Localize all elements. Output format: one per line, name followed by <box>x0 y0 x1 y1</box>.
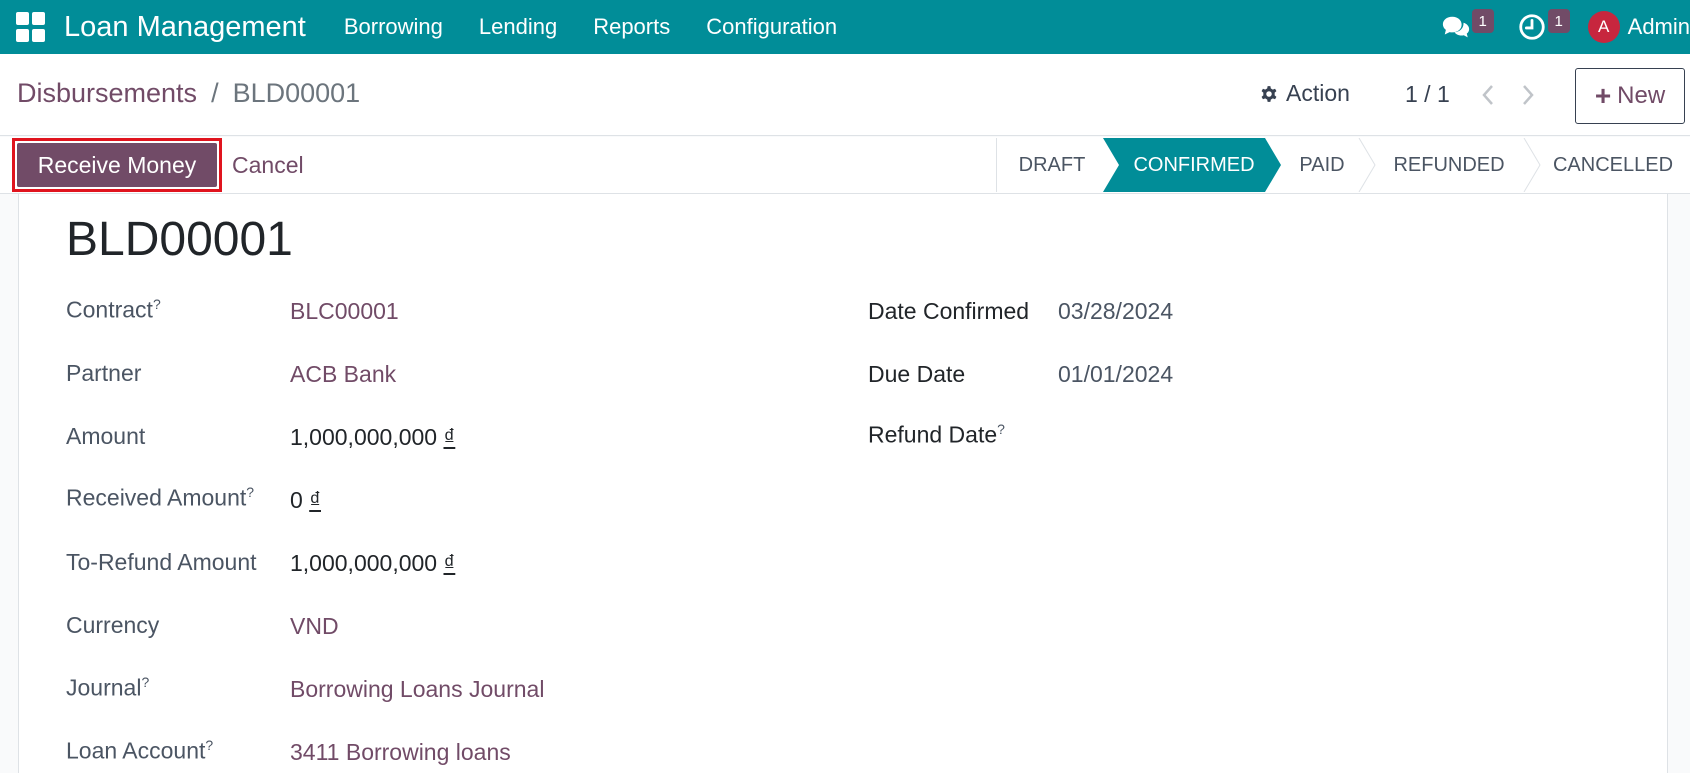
pager-next-button[interactable] <box>1515 80 1541 110</box>
status-bar: Receive Money Cancel DRAFT CONFIRMED PAI… <box>0 137 1690 194</box>
chevron-left-icon <box>1482 85 1493 105</box>
stage-pipeline: DRAFT CONFIRMED PAID REFUNDED CANCELLED <box>996 138 1690 192</box>
loan-account-help-icon[interactable]: ? <box>205 737 213 753</box>
user-menu[interactable]: A Admin <box>1587 11 1690 43</box>
partner-value[interactable]: ACB Bank <box>290 361 396 388</box>
new-label: New <box>1617 82 1666 109</box>
clock-icon <box>1518 14 1545 40</box>
refund-date-help-icon[interactable]: ? <box>997 421 1005 437</box>
stage-paid[interactable]: PAID <box>1281 138 1363 192</box>
received-amount-value: 0 ₫ <box>290 487 321 513</box>
plus-icon: + <box>1594 80 1612 111</box>
journal-help-icon[interactable]: ? <box>141 674 149 690</box>
action-button[interactable]: Action <box>1258 80 1350 107</box>
stage-refunded[interactable]: REFUNDED <box>1371 138 1527 192</box>
currency-symbol: ₫ <box>443 550 456 576</box>
nav-reports[interactable]: Reports <box>593 14 670 40</box>
chat-icon <box>1442 16 1469 38</box>
currency-symbol: ₫ <box>443 424 456 450</box>
received-amount-help-icon[interactable]: ? <box>246 484 254 500</box>
amount-value: 1,000,000,000 ₫ <box>290 424 456 450</box>
nav-borrowing[interactable]: Borrowing <box>344 14 443 40</box>
receive-money-button[interactable]: Receive Money <box>17 143 217 187</box>
new-button[interactable]: + New <box>1575 68 1685 124</box>
stage-confirmed[interactable]: CONFIRMED <box>1115 138 1273 192</box>
due-date-value: 01/01/2024 <box>1058 361 1174 387</box>
app-title[interactable]: Loan Management <box>64 11 306 44</box>
stage-cancelled[interactable]: CANCELLED <box>1537 138 1689 192</box>
currency-label: Currency <box>66 612 160 638</box>
top-navbar: Loan Management Borrowing Lending Report… <box>0 0 1690 54</box>
avatar: A <box>1587 11 1620 43</box>
messages-counter: 1 <box>1471 9 1494 33</box>
currency-value[interactable]: VND <box>290 613 339 640</box>
stage-draft[interactable]: DRAFT <box>997 138 1107 192</box>
breadcrumb-separator: / <box>211 78 219 108</box>
loan-account-value[interactable]: 3411 Borrowing loans <box>290 739 511 766</box>
messages-button[interactable]: 1 <box>1436 7 1494 47</box>
action-label: Action <box>1286 80 1350 106</box>
contract-help-icon[interactable]: ? <box>153 296 161 312</box>
gear-icon <box>1261 85 1277 102</box>
date-confirmed-label: Date Confirmed <box>868 298 1030 324</box>
received-amount-label: Received Amount? <box>66 484 255 511</box>
user-name: Admin <box>1627 14 1690 39</box>
journal-label: Journal? <box>66 674 150 701</box>
form-sheet <box>18 194 1668 773</box>
chevron-right-icon <box>1523 85 1534 105</box>
breadcrumb: Disbursements / BLD00001 <box>17 78 360 109</box>
breadcrumb-disbursements[interactable]: Disbursements <box>17 78 197 109</box>
refund-date-label: Refund Date? <box>868 421 1005 448</box>
partner-label: Partner <box>66 360 142 386</box>
loan-account-label: Loan Account? <box>66 737 214 764</box>
amount-label: Amount <box>66 423 146 449</box>
pager-value[interactable]: 1 / 1 <box>1405 81 1450 108</box>
record-title: BLD00001 <box>66 213 293 266</box>
nav-configuration[interactable]: Configuration <box>706 14 837 40</box>
apps-menu-icon[interactable] <box>16 12 46 42</box>
contract-label: Contract? <box>66 296 161 323</box>
activities-button[interactable]: 1 <box>1512 7 1570 47</box>
to-refund-amount-label: To-Refund Amount <box>66 549 257 575</box>
nav-lending[interactable]: Lending <box>479 14 557 40</box>
cancel-button[interactable]: Cancel <box>232 145 304 185</box>
contract-value[interactable]: BLC00001 <box>290 298 399 325</box>
currency-symbol: ₫ <box>309 487 321 513</box>
breadcrumb-current: BLD00001 <box>232 78 361 108</box>
control-panel: Disbursements / BLD00001 Action 1 / 1 + … <box>0 54 1690 136</box>
activities-counter: 1 <box>1547 9 1570 33</box>
journal-value[interactable]: Borrowing Loans Journal <box>290 676 544 703</box>
pager-previous-button[interactable] <box>1475 80 1501 110</box>
to-refund-amount-value: 1,000,000,000 ₫ <box>290 550 456 576</box>
due-date-label: Due Date <box>868 361 966 387</box>
date-confirmed-value: 03/28/2024 <box>1058 298 1174 324</box>
